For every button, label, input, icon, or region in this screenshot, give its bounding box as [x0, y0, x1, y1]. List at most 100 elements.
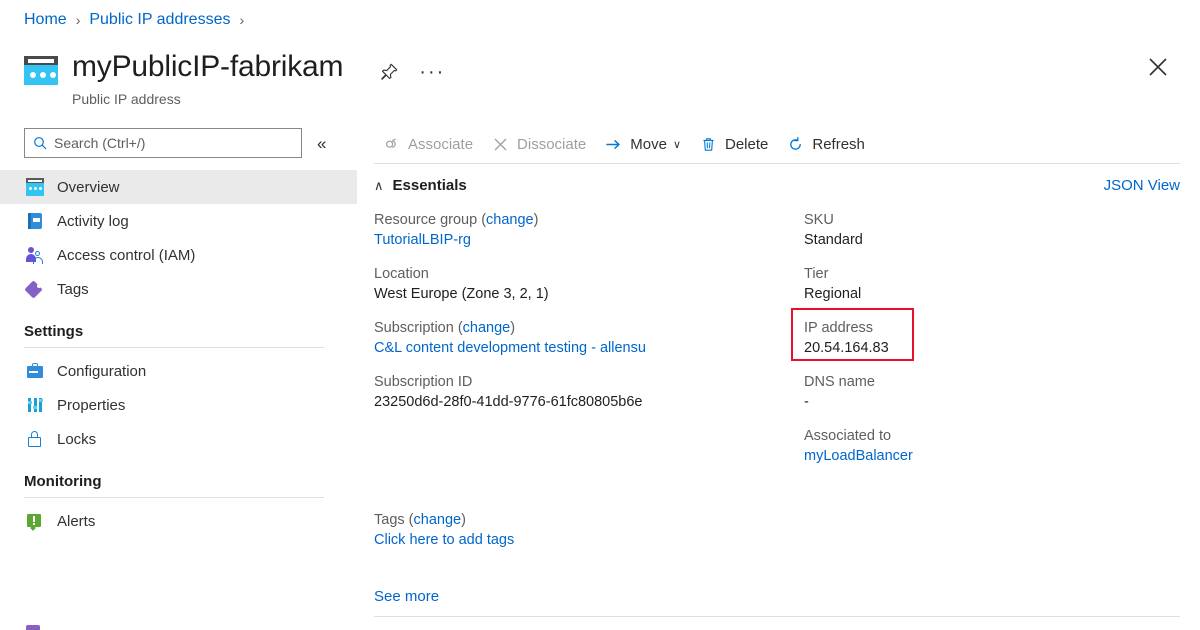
- breadcrumb-separator-icon: ›: [239, 12, 244, 28]
- property-tags: Tags (change) Click here to add tags: [371, 480, 1200, 551]
- breadcrumb: Home › Public IP addresses ›: [24, 11, 244, 29]
- sidebar-item-label: Overview: [57, 179, 120, 196]
- link-icon: [383, 136, 400, 153]
- command-label: Move: [630, 136, 667, 153]
- sidebar-item-tags[interactable]: Tags: [0, 272, 357, 306]
- property-value: Regional: [804, 284, 1134, 305]
- page-subtitle: Public IP address: [72, 90, 343, 108]
- property-ip-address: IP address 20.54.164.83: [804, 318, 1134, 359]
- close-icon[interactable]: [1147, 56, 1169, 78]
- property-dns-name: DNS name -: [804, 372, 1134, 413]
- delete-button[interactable]: Delete: [692, 127, 779, 161]
- command-label: Delete: [725, 136, 768, 153]
- page-title: myPublicIP-fabrikam: [72, 48, 343, 86]
- collapse-sidebar-button[interactable]: «: [317, 135, 326, 152]
- refresh-button[interactable]: Refresh: [779, 127, 876, 161]
- property-key: IP address: [804, 318, 1134, 338]
- chevron-up-icon: ∧: [374, 179, 384, 192]
- bottom-divider: [374, 616, 1180, 617]
- sidebar-search-row: Search (Ctrl+/) «: [0, 125, 357, 158]
- property-key-text: Tags: [374, 512, 405, 528]
- property-key: Associated to: [804, 426, 1134, 446]
- associate-button[interactable]: Associate: [375, 127, 484, 161]
- search-placeholder: Search (Ctrl+/): [54, 135, 145, 151]
- property-associated-to: Associated to myLoadBalancer: [804, 426, 1134, 467]
- property-value[interactable]: myLoadBalancer: [804, 446, 1134, 467]
- property-value: 23250d6d-28f0-41dd-9776-61fc80805b6e: [374, 392, 804, 413]
- property-key-text: Subscription: [374, 320, 454, 336]
- change-link[interactable]: change: [486, 212, 534, 228]
- public-ip-address-icon: [24, 56, 58, 85]
- breadcrumb-item-public-ip-addresses[interactable]: Public IP addresses: [89, 11, 230, 29]
- property-key: DNS name: [804, 372, 1134, 392]
- property-value[interactable]: TutorialLBIP-rg: [374, 230, 804, 251]
- add-tags-link[interactable]: Click here to add tags: [374, 530, 1200, 551]
- breadcrumb-separator-icon: ›: [76, 12, 81, 28]
- property-key: Resource group (change): [374, 210, 804, 230]
- sidebar-item-alerts[interactable]: Alerts: [0, 504, 357, 538]
- change-link[interactable]: change: [463, 320, 511, 336]
- command-label: Refresh: [812, 136, 865, 153]
- property-value[interactable]: C&L content development testing - allens…: [374, 338, 804, 359]
- sidebar-item-overview[interactable]: Overview: [0, 170, 357, 204]
- tags-property: Tags (change) Click here to add tags: [374, 510, 1200, 551]
- essentials-right-column: SKU Standard Tier Regional IP address 20…: [804, 210, 1134, 480]
- property-key: Subscription ID: [374, 372, 804, 392]
- command-toolbar: Associate Dissociate Move ∨: [371, 125, 1200, 163]
- sidebar-item-access-control[interactable]: Access control (IAM): [0, 238, 357, 272]
- alerts-icon: [26, 512, 44, 530]
- breadcrumb-item-home[interactable]: Home: [24, 11, 67, 29]
- title-text-group: myPublicIP-fabrikam Public IP address: [72, 48, 343, 108]
- sidebar-item-label: Tags: [57, 281, 89, 298]
- json-view-link[interactable]: JSON View: [1104, 177, 1180, 194]
- change-link[interactable]: change: [414, 512, 462, 528]
- sidebar-item-configuration[interactable]: Configuration: [0, 354, 357, 388]
- ellipsis-icon[interactable]: ···: [419, 67, 445, 77]
- trash-icon: [700, 136, 717, 153]
- command-label: Dissociate: [517, 136, 586, 153]
- sidebar-item-partial-icon: [26, 625, 40, 630]
- sidebar-nav-list: Overview Activity log Access control (IA…: [0, 170, 357, 538]
- arrow-right-icon: [605, 136, 622, 153]
- pin-icon[interactable]: [379, 62, 399, 82]
- move-button[interactable]: Move ∨: [597, 127, 692, 161]
- essentials-title: Essentials: [393, 177, 467, 194]
- dissociate-button[interactable]: Dissociate: [484, 127, 597, 161]
- page-title-row: myPublicIP-fabrikam Public IP address ··…: [24, 48, 445, 108]
- essentials-left-column: Resource group (change) TutorialLBIP-rg …: [374, 210, 804, 480]
- essentials-properties: Resource group (change) TutorialLBIP-rg …: [371, 194, 1200, 480]
- property-tier: Tier Regional: [804, 264, 1134, 305]
- property-subscription: Subscription (change) C&L content develo…: [374, 318, 804, 359]
- sidebar-item-activity-log[interactable]: Activity log: [0, 204, 357, 238]
- essentials-toggle[interactable]: ∧ Essentials: [374, 177, 467, 194]
- sidebar-item-properties[interactable]: Properties: [0, 388, 357, 422]
- chevron-down-icon[interactable]: ∨: [673, 138, 681, 151]
- sidebar-section-monitoring: Monitoring: [0, 473, 357, 490]
- sidebar-divider: [24, 497, 324, 498]
- property-key: Tier: [804, 264, 1134, 284]
- sidebar-divider: [24, 347, 324, 348]
- sidebar-section-settings: Settings: [0, 323, 357, 340]
- property-subscription-id: Subscription ID 23250d6d-28f0-41dd-9776-…: [374, 372, 804, 413]
- main-content: Associate Dissociate Move ∨: [371, 125, 1200, 630]
- sidebar-item-locks[interactable]: Locks: [0, 422, 357, 456]
- configuration-icon: [26, 362, 44, 380]
- sidebar-item-label: Locks: [57, 431, 96, 448]
- search-input[interactable]: Search (Ctrl+/): [24, 128, 302, 158]
- search-icon: [33, 136, 47, 150]
- refresh-icon: [787, 136, 804, 153]
- essentials-header: ∧ Essentials JSON View: [371, 164, 1200, 194]
- property-value: 20.54.164.83: [804, 338, 1134, 359]
- sidebar-item-label: Configuration: [57, 363, 146, 380]
- property-resource-group: Resource group (change) TutorialLBIP-rg: [374, 210, 804, 251]
- property-location: Location West Europe (Zone 3, 2, 1): [374, 264, 804, 305]
- sidebar-item-label: Alerts: [57, 513, 95, 530]
- see-more-link[interactable]: See more: [371, 564, 1200, 605]
- resource-sidebar: Search (Ctrl+/) « Overview Activity log: [0, 125, 357, 630]
- property-key: Subscription (change): [374, 318, 804, 338]
- property-value: Standard: [804, 230, 1134, 251]
- property-sku: SKU Standard: [804, 210, 1134, 251]
- properties-icon: [26, 396, 44, 414]
- property-value: -: [804, 392, 1134, 413]
- property-key-text: Resource group: [374, 212, 477, 228]
